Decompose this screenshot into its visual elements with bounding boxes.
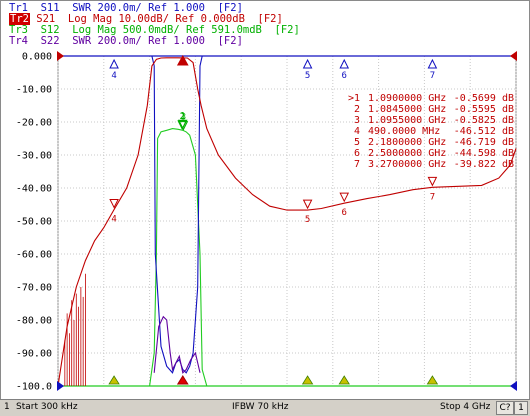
- y-tick-label: -30.00: [16, 151, 52, 162]
- status-box: 1: [514, 401, 528, 415]
- marker-table-freq: 490.0000 MHz: [368, 126, 440, 137]
- y-tick-label: -60.00: [16, 250, 52, 261]
- y-tick-label: -70.00: [16, 283, 52, 294]
- channel-status-tag: C?: [496, 401, 514, 415]
- marker-table-label: 6: [354, 148, 360, 159]
- marker-table-value: -39.822 dB: [454, 159, 514, 170]
- marker-table-freq: 1.0845000 GHz: [368, 104, 446, 115]
- marker-table-value: -0.5699 dB: [454, 93, 514, 104]
- marker-table-label: 7: [354, 159, 360, 170]
- marker-table-label: 4: [354, 126, 360, 137]
- marker-table-value: -0.5595 dB: [454, 104, 514, 115]
- marker-table-value: -46.719 dB: [454, 137, 514, 148]
- marker-table-label: >1: [348, 93, 360, 104]
- y-tick-label: -40.00: [16, 184, 52, 195]
- channel-number: 1: [4, 402, 10, 412]
- marker-table-freq: 1.0955000 GHz: [368, 115, 446, 126]
- marker-table-label: 5: [354, 137, 360, 148]
- marker-table-value: -44.598 dB: [454, 148, 514, 159]
- stop-frequency[interactable]: Stop 4 GHz: [440, 402, 490, 412]
- marker-label: 4: [111, 214, 116, 224]
- status-bar: 1 Start 300 kHz IFBW 70 kHz Stop 4 GHz C…: [0, 399, 530, 416]
- marker-label: 3: [181, 113, 186, 123]
- marker-table-label: 3: [354, 115, 360, 126]
- ifbw-setting[interactable]: IFBW 70 kHz: [232, 402, 288, 412]
- y-tick-label: -100.0: [16, 382, 52, 393]
- marker-table-freq: 2.5000000 GHz: [368, 148, 446, 159]
- marker-table-label: 2: [354, 104, 360, 115]
- top-marker-label: 6: [342, 71, 347, 81]
- y-tick-label: 0.000: [22, 52, 52, 63]
- y-tick-label: -10.00: [16, 85, 52, 96]
- top-marker-label: 5: [305, 71, 310, 81]
- y-tick-label: -20.00: [16, 118, 52, 129]
- marker-table-freq: 1.0900000 GHz: [368, 93, 446, 104]
- start-frequency[interactable]: Start 300 kHz: [16, 402, 78, 412]
- marker-table-freq: 2.1800000 GHz: [368, 137, 446, 148]
- marker-table-value: -46.512 dB: [454, 126, 514, 137]
- top-marker-label: 7: [430, 71, 435, 81]
- marker-label: 7: [430, 192, 435, 202]
- marker-table-freq: 3.2700000 GHz: [368, 159, 446, 170]
- top-marker-label: 4: [111, 71, 116, 81]
- y-tick-label: -50.00: [16, 217, 52, 228]
- y-tick-label: -90.00: [16, 349, 52, 360]
- plot-area[interactable]: 0.000 -10.00 -20.00 -30.00 -40.00 -50.00 -60.0…: [0, 0, 530, 415]
- y-tick-label: -80.00: [16, 316, 52, 327]
- marker-label: 6: [342, 208, 347, 218]
- marker-table-value: -0.5825 dB: [454, 115, 514, 126]
- marker-label: 5: [305, 215, 310, 225]
